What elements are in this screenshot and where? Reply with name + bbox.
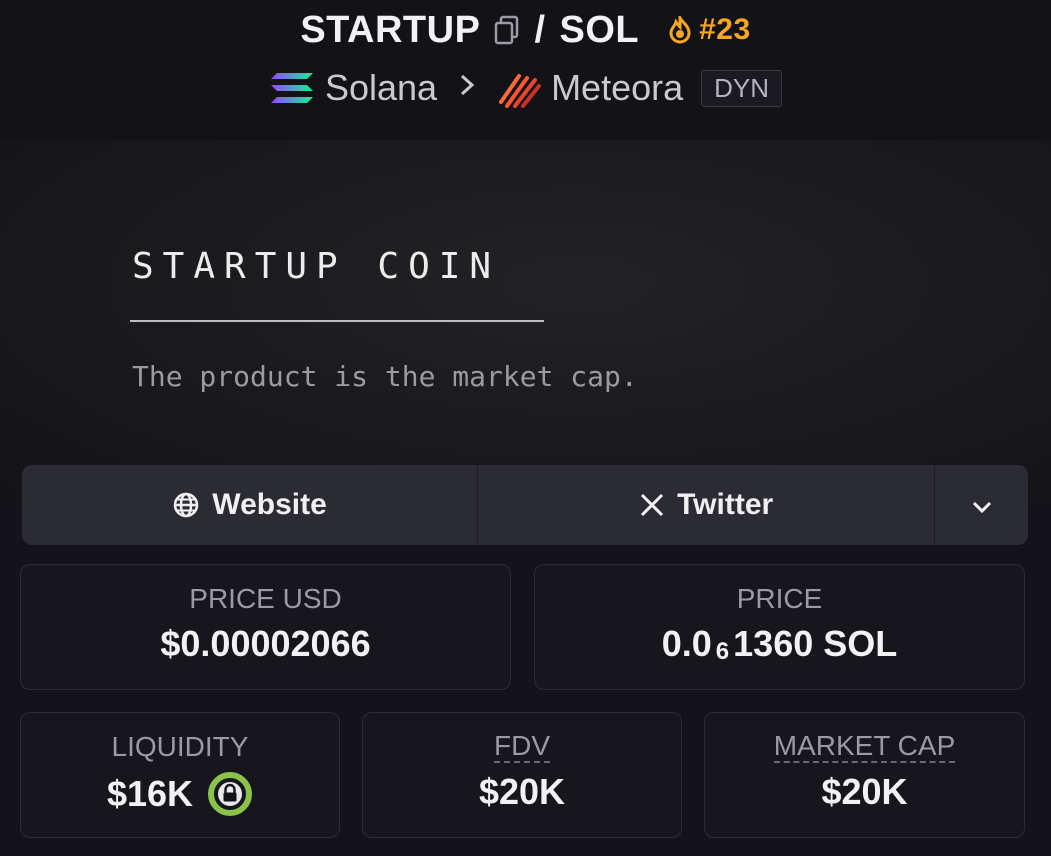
globe-icon [172,491,200,519]
x-logo-icon [639,492,665,518]
website-button[interactable]: Website [22,465,479,545]
quote-symbol: SOL [559,8,640,51]
chevron-right-icon [459,71,475,105]
twitter-label: Twitter [677,488,774,521]
dex-name[interactable]: Meteora [551,67,683,109]
price-sol-zero-count: 6 [715,638,730,665]
banner-tagline: The product is the market cap. [132,360,638,393]
copy-icon[interactable] [494,15,520,45]
price-usd-label: PRICE USD [189,583,342,614]
fdv-label[interactable]: FDV [494,731,550,763]
market-cap-card: MARKET CAP $20K [704,712,1025,838]
liquidity-value: $16K [106,773,194,814]
price-usd-value: $0.00002066 [160,623,371,664]
market-cap-value: $20K [821,771,908,812]
social-links-bar: Website Twitter [22,465,1028,545]
fdv-card: FDV $20K [362,712,682,838]
pair-header: STARTUP / SOL #23 Solana Meteora DYN [0,0,1051,140]
fdv-value: $20K [478,771,566,812]
solana-icon [269,71,315,105]
token-banner: STARTUP COIN The product is the market c… [0,140,1051,500]
chain-name[interactable]: Solana [325,67,437,109]
lock-icon[interactable] [207,771,253,817]
chain-breadcrumb: Solana Meteora DYN [0,62,1051,114]
token-symbol: STARTUP [300,8,481,51]
liquidity-value-row: $16K [107,771,253,817]
price-sol-card: PRICE 0.0 6 1360 SOL [534,564,1025,690]
meteora-icon [497,68,542,108]
flame-icon [667,16,693,44]
price-sol-value: 0.0 6 1360 SOL [662,623,898,665]
price-sol-prefix: 0.0 [661,623,712,664]
pair-title: STARTUP / SOL #23 [0,4,1051,56]
banner-title: STARTUP COIN [132,246,501,287]
rank-number: #23 [699,13,751,46]
pool-type-badge: DYN [701,69,783,107]
pair-separator: / [534,8,546,51]
twitter-button[interactable]: Twitter [478,465,936,545]
liquidity-label: LIQUIDITY [111,731,249,762]
price-sol-label: PRICE [736,583,823,614]
more-links-button[interactable] [935,465,1028,545]
price-usd-card: PRICE USD $0.00002066 [20,564,511,690]
website-label: Website [212,488,327,521]
liquidity-card: LIQUIDITY $16K [20,712,340,838]
banner-divider [130,320,544,322]
market-cap-label[interactable]: MARKET CAP [773,731,956,763]
trending-rank[interactable]: #23 [667,13,751,47]
chevron-down-icon [971,488,993,522]
price-sol-suffix: 1360 SOL [733,623,898,664]
